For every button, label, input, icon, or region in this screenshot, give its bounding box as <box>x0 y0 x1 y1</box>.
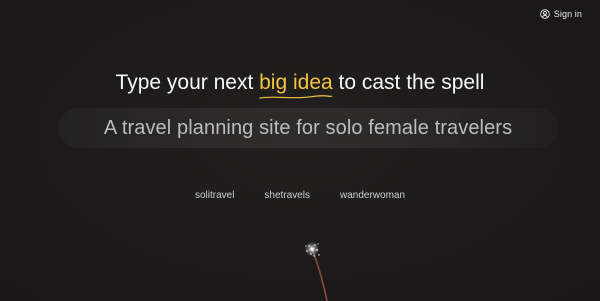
suggestion-list: solitravel shetravels wanderwoman <box>0 188 600 203</box>
magic-wand-sparkle-icon <box>304 241 328 301</box>
page: Sign in Type your next big idea to cast … <box>0 0 600 301</box>
headline-highlight-text: big idea <box>259 71 333 94</box>
headline-prefix: Type your next <box>115 71 260 94</box>
sign-in-button[interactable]: Sign in <box>534 7 588 21</box>
hero-headline: Type your next big idea to cast the spel… <box>0 70 600 99</box>
idea-input[interactable] <box>58 107 558 149</box>
headline-highlight: big idea <box>259 70 333 99</box>
suggestion-chip-solitravel[interactable]: solitravel <box>191 188 238 203</box>
suggestion-chip-shetravels[interactable]: shetravels <box>260 188 314 203</box>
user-circle-icon <box>540 9 550 19</box>
sign-in-label: Sign in <box>553 9 582 19</box>
highlight-underline <box>259 95 333 99</box>
suggestion-chip-wanderwoman[interactable]: wanderwoman <box>336 188 409 203</box>
top-bar: Sign in <box>534 6 588 22</box>
idea-input-container <box>58 107 558 149</box>
headline-suffix: to cast the spell <box>332 71 485 94</box>
